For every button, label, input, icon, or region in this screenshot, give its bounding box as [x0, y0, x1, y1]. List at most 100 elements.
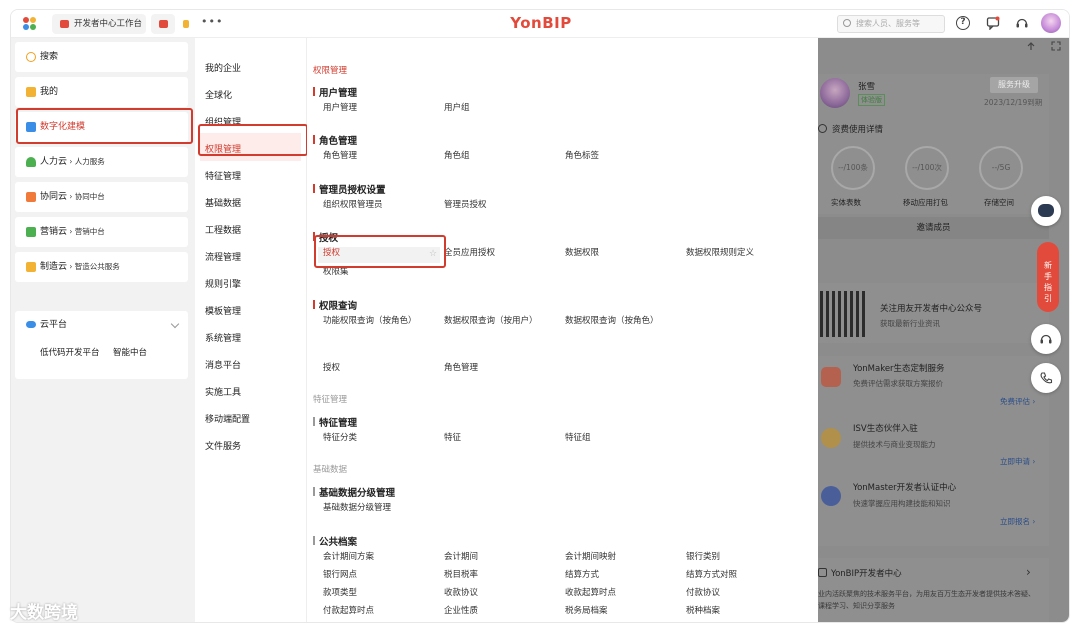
link-org-admin[interactable]: 组织权限管理员 — [323, 199, 383, 211]
upload-icon[interactable] — [1026, 41, 1036, 51]
chevron-right-icon[interactable]: › — [1026, 565, 1031, 579]
link-admin-grant[interactable]: 管理员授权 — [444, 199, 487, 211]
archive-link[interactable]: 收款起算时点 — [565, 587, 616, 599]
archive-link[interactable]: 会计期间方案 — [323, 551, 374, 563]
link-data-perm-rule[interactable]: 数据权限规则定义 — [686, 247, 754, 259]
main-menu-panel: 权限管理 用户管理 用户管理 用户组 角色管理 角色管理 角色组 角色标签 管理… — [307, 38, 819, 622]
watermark-text: 大数跨境 — [10, 603, 78, 623]
menu-item[interactable]: 规则引擎 — [205, 277, 241, 290]
service-link[interactable]: 免费评估 › — [1000, 396, 1035, 407]
menu-item[interactable]: 消息平台 — [205, 358, 241, 371]
global-search-input[interactable]: 搜索人员、服务等 — [837, 15, 945, 33]
archive-link[interactable]: 企业性质 — [444, 605, 478, 617]
archive-link[interactable]: 款项类型 — [323, 587, 357, 599]
robot-assistant-button[interactable] — [1031, 196, 1061, 226]
support-button[interactable] — [1031, 324, 1061, 354]
menu-item[interactable]: 流程管理 — [205, 250, 241, 263]
dev-center-title[interactable]: YonBIP开发者中心 — [831, 567, 902, 579]
isv-icon — [821, 428, 841, 448]
help-icon[interactable]: ? — [956, 16, 970, 30]
group-title-role-mgmt: 角色管理 — [313, 133, 357, 147]
wrench-icon — [26, 262, 36, 272]
link-data-query-user[interactable]: 数据权限查询（按用户） — [444, 315, 538, 327]
menu-item[interactable]: 基础数据 — [205, 196, 241, 209]
message-icon[interactable] — [986, 16, 1000, 30]
menu-item[interactable]: 实施工具 — [205, 385, 241, 398]
link-user-mgmt[interactable]: 用户管理 — [323, 102, 357, 114]
archive-link[interactable]: 结算方式 — [565, 569, 599, 581]
archive-link[interactable]: 会计期间 — [444, 551, 478, 563]
chevron-down-icon[interactable] — [170, 319, 180, 329]
section-title-permission: 权限管理 — [313, 66, 348, 76]
archive-link[interactable]: 付款起算时点 — [323, 605, 374, 617]
link-data-perm[interactable]: 数据权限 — [565, 247, 599, 259]
sidebar-item-cloud-platform: 云平台 低代码开发平台 智能中台 — [15, 311, 188, 379]
group-title-perm-query: 权限查询 — [313, 298, 357, 312]
selection-highlight-permission — [198, 124, 308, 156]
link-user-group[interactable]: 用户组 — [444, 102, 470, 114]
usage-title: 资费使用详情 — [832, 125, 884, 135]
headset-icon[interactable] — [1015, 16, 1029, 30]
lowcode-link[interactable]: 低代码开发平台 — [40, 346, 100, 358]
menu-item[interactable]: 文件服务 — [205, 439, 241, 452]
menu-item[interactable]: 系统管理 — [205, 331, 241, 344]
invite-members-button[interactable]: 邀请成员 — [818, 217, 1049, 239]
phone-button[interactable] — [1031, 363, 1061, 393]
menu-item[interactable]: 全球化 — [205, 88, 232, 101]
link-role-tag[interactable]: 角色标签 — [565, 150, 599, 162]
search-icon — [843, 19, 851, 27]
expand-icon[interactable] — [1051, 41, 1061, 51]
menu-item[interactable]: 移动端配置 — [205, 412, 250, 425]
upgrade-button[interactable]: 服务升级 — [990, 77, 1038, 93]
link-feature[interactable]: 特征 — [444, 432, 461, 444]
link-all-app-grant[interactable]: 全员应用授权 — [444, 247, 495, 259]
group-title-basic-level: 基础数据分级管理 — [313, 485, 395, 499]
secondary-menu: 我的企业 全球化 组织管理 权限管理 特征管理 基础数据 工程数据 流程管理 规… — [195, 38, 308, 622]
archive-link[interactable]: 结算方式对照 — [686, 569, 737, 581]
usage-icon — [818, 124, 827, 133]
service-link[interactable]: 立即申请 › — [1000, 456, 1035, 467]
menu-item[interactable]: 特征管理 — [205, 169, 241, 182]
service-title: ISV生态伙伴入驻 — [853, 424, 918, 434]
link-data-query-role[interactable]: 数据权限查询（按角色） — [565, 315, 659, 327]
archive-link[interactable]: 税种档案 — [686, 605, 720, 617]
sidebar-item-search[interactable]: 搜索 — [15, 42, 188, 72]
archive-link[interactable]: 银行网点 — [323, 569, 357, 581]
top-bar: 开发者中心工作台 ••• YonBIP 搜索人员、服务等 ? — [11, 10, 1069, 38]
service-subtitle: 提供技术与商业变现能力 — [853, 440, 936, 449]
dev-center-icon — [818, 568, 827, 577]
smart-center-link[interactable]: 智能中台 — [113, 346, 147, 358]
link-role-group[interactable]: 角色组 — [444, 150, 470, 162]
sidebar-item-collab-cloud[interactable]: 协同云 › 协同中台 — [15, 182, 188, 212]
link-query-role-mgmt[interactable]: 角色管理 — [444, 362, 478, 374]
sidebar-item-marketing-cloud[interactable]: 营销云 › 营销中台 — [15, 217, 188, 247]
link-role-mgmt[interactable]: 角色管理 — [323, 150, 357, 162]
link-query-grant[interactable]: 授权 — [323, 362, 340, 374]
service-subtitle: 免费评估需求获取方案报价 — [853, 379, 943, 388]
menu-item[interactable]: 工程数据 — [205, 223, 241, 236]
archive-link[interactable]: 税目税率 — [444, 569, 478, 581]
cloud-platform-label[interactable]: 云平台 — [40, 317, 67, 330]
beginner-guide-button[interactable]: 新手指引 — [1037, 242, 1059, 312]
sidebar-item-hr-cloud[interactable]: 人力云 › 人力服务 — [15, 147, 188, 177]
usage-ring-storage: --/5G — [979, 146, 1023, 190]
archive-link[interactable]: 收款协议 — [444, 587, 478, 599]
sidebar-item-mine[interactable]: 我的 — [15, 77, 188, 107]
link-basic-level[interactable]: 基础数据分级管理 — [323, 502, 391, 514]
qr-code-image — [820, 291, 866, 337]
user-avatar[interactable] — [1041, 13, 1061, 33]
archive-link[interactable]: 税务局档案 — [565, 605, 608, 617]
archive-link[interactable]: 银行类别 — [686, 551, 720, 563]
archive-link[interactable]: 会计期间映射 — [565, 551, 616, 563]
maker-icon — [821, 367, 841, 387]
menu-item[interactable]: 模板管理 — [205, 304, 241, 317]
section-title-basic: 基础数据 — [313, 465, 348, 475]
link-func-query[interactable]: 功能权限查询（按角色） — [323, 315, 417, 327]
archive-link[interactable]: 付款协议 — [686, 587, 720, 599]
service-link[interactable]: 立即报名 › — [1000, 516, 1035, 527]
menu-item[interactable]: 我的企业 — [205, 61, 241, 74]
sidebar-item-manufacturing-cloud[interactable]: 制造云 › 智造公共服务 — [15, 252, 188, 282]
link-feature-class[interactable]: 特征分类 — [323, 432, 357, 444]
link-feature-group[interactable]: 特征组 — [565, 432, 591, 444]
follow-card: 关注用友开发者中心公众号 获取最新行业资讯 — [818, 283, 1049, 343]
